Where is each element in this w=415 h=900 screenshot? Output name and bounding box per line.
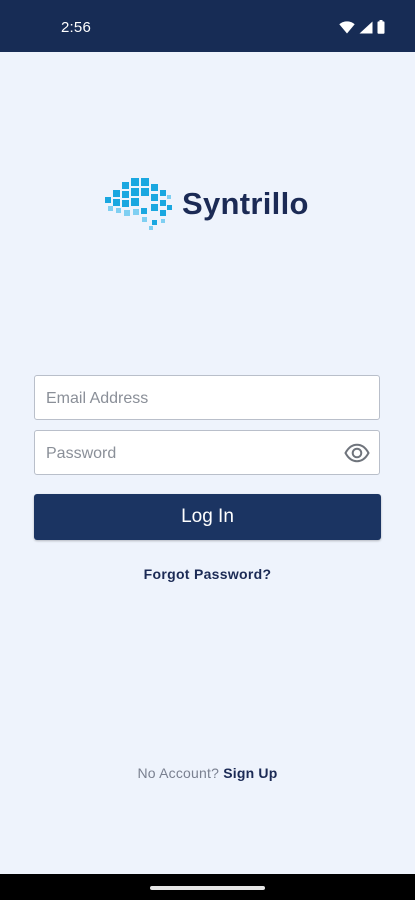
home-indicator[interactable] xyxy=(150,886,265,890)
no-account-text: No Account? xyxy=(137,765,220,781)
battery-icon xyxy=(377,20,385,34)
password-field[interactable] xyxy=(34,430,380,476)
logo-text: Syntrillo xyxy=(182,186,309,221)
navigation-bar xyxy=(0,874,415,900)
status-time: 2:56 xyxy=(61,19,91,36)
pixel-logo-icon xyxy=(105,178,172,230)
wifi-icon xyxy=(339,20,355,33)
app-logo: Syntrillo xyxy=(104,176,314,232)
email-field[interactable] xyxy=(34,375,380,421)
status-bar: 2:56 xyxy=(0,0,415,52)
status-icons xyxy=(339,19,385,35)
signal-icon xyxy=(359,21,373,33)
signup-link[interactable]: Sign Up xyxy=(223,765,277,781)
signup-row: No Account? Sign Up xyxy=(0,765,415,781)
forgot-password-link[interactable]: Forgot Password? xyxy=(0,566,415,582)
login-button[interactable]: Log In xyxy=(34,494,381,540)
password-input[interactable] xyxy=(44,431,338,476)
eye-icon[interactable] xyxy=(344,441,370,465)
email-input[interactable] xyxy=(44,376,338,421)
